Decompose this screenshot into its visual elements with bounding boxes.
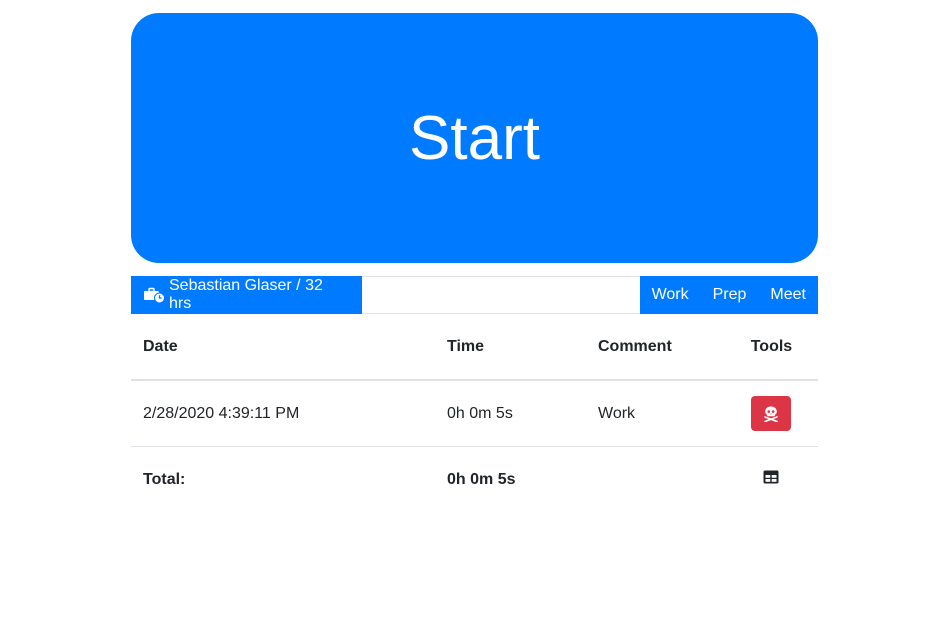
entry-comment: Work [586,379,725,447]
table-icon[interactable] [763,470,779,484]
total-row: Total: 0h 0m 5s [131,446,818,512]
category-button-group: Work Prep Meet [639,276,818,314]
entry-date: 2/28/2020 4:39:11 PM [131,379,435,447]
entry-tools [724,379,818,447]
time-header: Time [435,314,586,381]
table-row: 2/28/2020 4:39:11 PM 0h 0m 5s Work [131,379,818,447]
user-hours-label: Sebastian Glaser / 32 hrs [169,277,323,312]
skull-crossbones-icon [764,406,779,422]
start-button-label: Start [409,103,540,173]
app-container: Start Sebastian Glaser / 32 hrs Work Pre… [131,13,818,512]
total-label: Total: [131,446,435,512]
time-entries-table: Date Time Comment Tools 2/28/2020 4:39:1… [131,314,818,512]
category-meet-button[interactable]: Meet [758,276,818,314]
entry-toolbar: Sebastian Glaser / 32 hrs Work Prep Meet [131,276,818,314]
comment-input[interactable] [362,277,640,313]
delete-entry-button[interactable] [751,396,792,431]
category-prep-button[interactable]: Prep [701,276,759,314]
comment-header: Comment [586,314,725,381]
tools-header: Tools [724,314,818,381]
table-header-row: Date Time Comment Tools [131,314,818,381]
business-time-icon [144,287,165,303]
user-hours-button[interactable]: Sebastian Glaser / 32 hrs [131,276,362,314]
total-comment-cell [586,446,725,512]
total-time: 0h 0m 5s [435,446,586,512]
date-header: Date [131,314,435,381]
total-tools [724,446,818,512]
category-work-button[interactable]: Work [640,276,701,314]
start-button[interactable]: Start [131,13,818,263]
entry-time: 0h 0m 5s [435,379,586,447]
